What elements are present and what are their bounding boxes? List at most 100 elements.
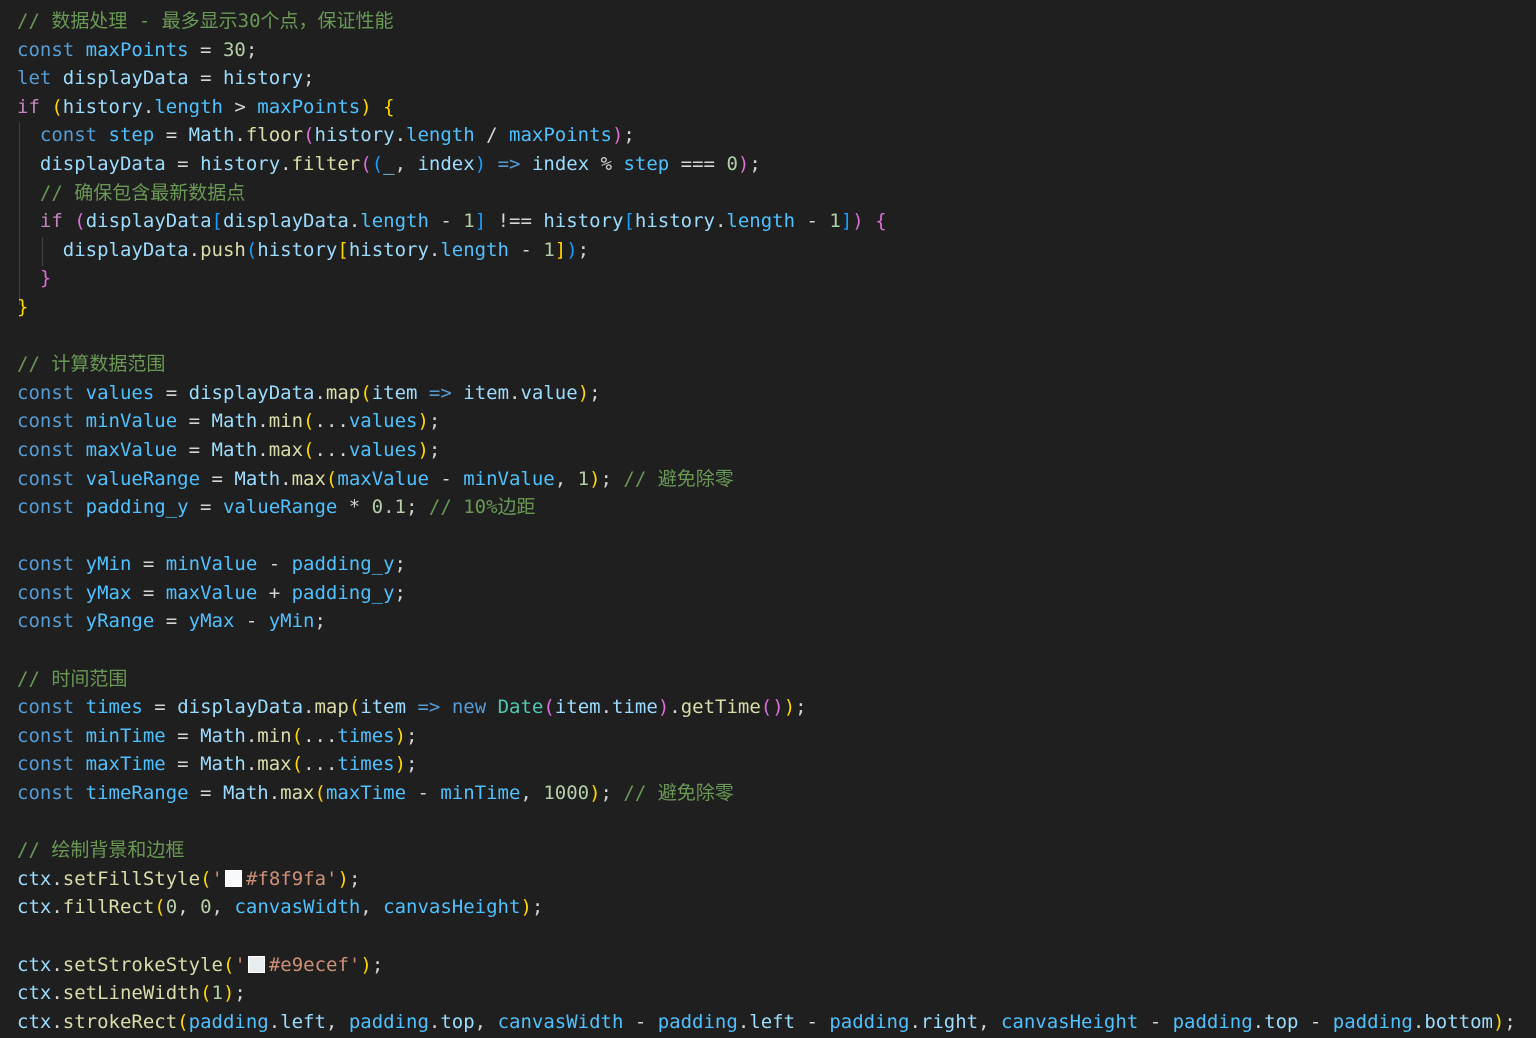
code-token: padding	[348, 1010, 429, 1033]
code-token: minValue	[463, 467, 555, 490]
code-token: minTime	[85, 724, 166, 747]
code-token: // 计算数据范围	[17, 353, 166, 376]
code-token: .	[280, 467, 292, 490]
code-line[interactable]: // 时间范围	[17, 665, 1516, 694]
color-swatch[interactable]	[224, 869, 242, 887]
code-token: displayData	[85, 210, 212, 233]
code-token: item	[554, 696, 601, 719]
code-token: displayData	[62, 238, 189, 261]
code-line[interactable]: // 绘制背景和边框	[17, 836, 1516, 865]
code-token: .	[428, 238, 441, 261]
code-token: .	[51, 896, 63, 919]
code-token: .	[280, 152, 292, 175]
code-token: ===	[669, 152, 727, 175]
code-token: ]	[840, 210, 853, 233]
code-token: (	[245, 238, 258, 261]
code-line[interactable]	[17, 522, 1516, 551]
code-line[interactable]: // 计算数据范围	[17, 350, 1516, 379]
code-line[interactable]: const minTime = Math.min(...times);	[17, 722, 1516, 751]
code-line[interactable]: displayData = history.filter((_, index) …	[17, 150, 1516, 179]
code-token: new	[451, 696, 487, 719]
code-line[interactable]: const values = displayData.map(item => i…	[17, 379, 1516, 408]
code-line[interactable]	[17, 922, 1516, 951]
code-line[interactable]: const maxValue = Math.max(...values);	[17, 436, 1516, 465]
code-token: Math	[188, 124, 235, 147]
code-token: map	[325, 381, 361, 404]
code-line[interactable]: }	[17, 293, 1516, 322]
code-line[interactable]: const yRange = yMax - yMin;	[17, 607, 1516, 636]
code-line[interactable]: const times = displayData.map(item => ne…	[17, 693, 1516, 722]
code-token: valueRange	[85, 467, 201, 490]
code-line[interactable]: const timeRange = Math.max(maxTime - min…	[17, 779, 1516, 808]
code-line[interactable]: ctx.setStrokeStyle(' #e9ecef');	[17, 951, 1516, 980]
code-token: index	[531, 152, 590, 175]
code-token: >	[222, 95, 258, 118]
code-line[interactable]	[17, 808, 1516, 837]
code-line[interactable]: let displayData = history;	[17, 64, 1516, 93]
code-token: (	[303, 438, 315, 461]
code-line[interactable]: const minValue = Math.min(...values);	[17, 407, 1516, 436]
code-token: ;	[371, 953, 384, 976]
code-token: ctx	[17, 1010, 52, 1033]
code-token: =	[177, 410, 212, 433]
code-token: ;	[577, 238, 590, 261]
code-line[interactable]: const yMin = minValue - padding_y;	[17, 550, 1516, 579]
code-token: ;	[234, 982, 246, 1005]
code-editor[interactable]: // 数据处理 - 最多显示30个点，保证性能 const maxPoints =…	[0, 0, 1536, 1038]
code-line[interactable]: }	[17, 264, 1516, 293]
code-token: const	[17, 696, 75, 719]
code-line[interactable]	[17, 322, 1516, 351]
code-token: maxValue	[337, 467, 429, 490]
code-line[interactable]: if (history.length > maxPoints) {	[17, 93, 1516, 122]
code-line[interactable]: ctx.strokeRect(padding.left, padding.top…	[17, 1008, 1516, 1037]
code-token: .	[394, 124, 407, 147]
code-token: .	[303, 696, 315, 719]
code-token: ...	[314, 438, 349, 461]
code-token: ;	[1504, 1010, 1516, 1033]
code-line[interactable]: const step = Math.floor(history.length /…	[17, 121, 1516, 150]
code-line[interactable]: // 数据处理 - 最多显示30个点，保证性能	[17, 7, 1516, 36]
code-token: )	[417, 438, 429, 461]
code-token: -	[428, 467, 464, 490]
code-token: max	[291, 467, 326, 490]
code-token: .	[51, 1010, 63, 1033]
code-line[interactable]	[17, 636, 1516, 665]
code-text[interactable]: // 数据处理 - 最多显示30个点，保证性能 const maxPoints =…	[17, 7, 1516, 1036]
code-line[interactable]: ctx.setLineWidth(1);	[17, 979, 1516, 1008]
code-token: =	[131, 553, 166, 576]
code-token: // 确保包含最新数据点	[39, 181, 246, 204]
code-token: ...	[314, 410, 349, 433]
code-line[interactable]: const padding_y = valueRange * 0.1; // 1…	[17, 493, 1516, 522]
code-line[interactable]: // 确保包含最新数据点	[17, 179, 1516, 208]
code-token: // 避免除零	[623, 467, 734, 490]
code-line[interactable]: const maxPoints = 30;	[17, 36, 1516, 65]
code-line[interactable]: const yMax = maxValue + padding_y;	[17, 579, 1516, 608]
code-token: 0	[200, 896, 212, 919]
code-token: ;	[600, 782, 624, 805]
code-line[interactable]: ctx.setFillStyle(' #f8f9fa');	[17, 865, 1516, 894]
code-token: =	[154, 610, 189, 633]
code-line[interactable]: if (displayData[displayData.length - 1] …	[17, 207, 1516, 236]
code-line[interactable]: const maxTime = Math.max(...times);	[17, 750, 1516, 779]
code-token: displayData	[177, 696, 304, 719]
code-line[interactable]: const valueRange = Math.max(maxValue - m…	[17, 465, 1516, 494]
code-line[interactable]: ctx.fillRect(0, 0, canvasWidth, canvasHe…	[17, 893, 1516, 922]
code-line[interactable]: displayData.push(history[history.length …	[17, 236, 1516, 265]
code-token: const	[17, 438, 75, 461]
code-token: =	[188, 782, 223, 805]
code-token: ctx	[17, 896, 52, 919]
color-swatch[interactable]	[247, 955, 265, 973]
code-token: const	[17, 553, 75, 576]
code-token: .	[234, 124, 246, 147]
code-token: '	[234, 953, 246, 976]
code-token: (	[543, 696, 555, 719]
code-token: padding_y	[85, 496, 189, 519]
code-token: length	[360, 210, 429, 233]
code-token: top	[440, 1010, 475, 1033]
